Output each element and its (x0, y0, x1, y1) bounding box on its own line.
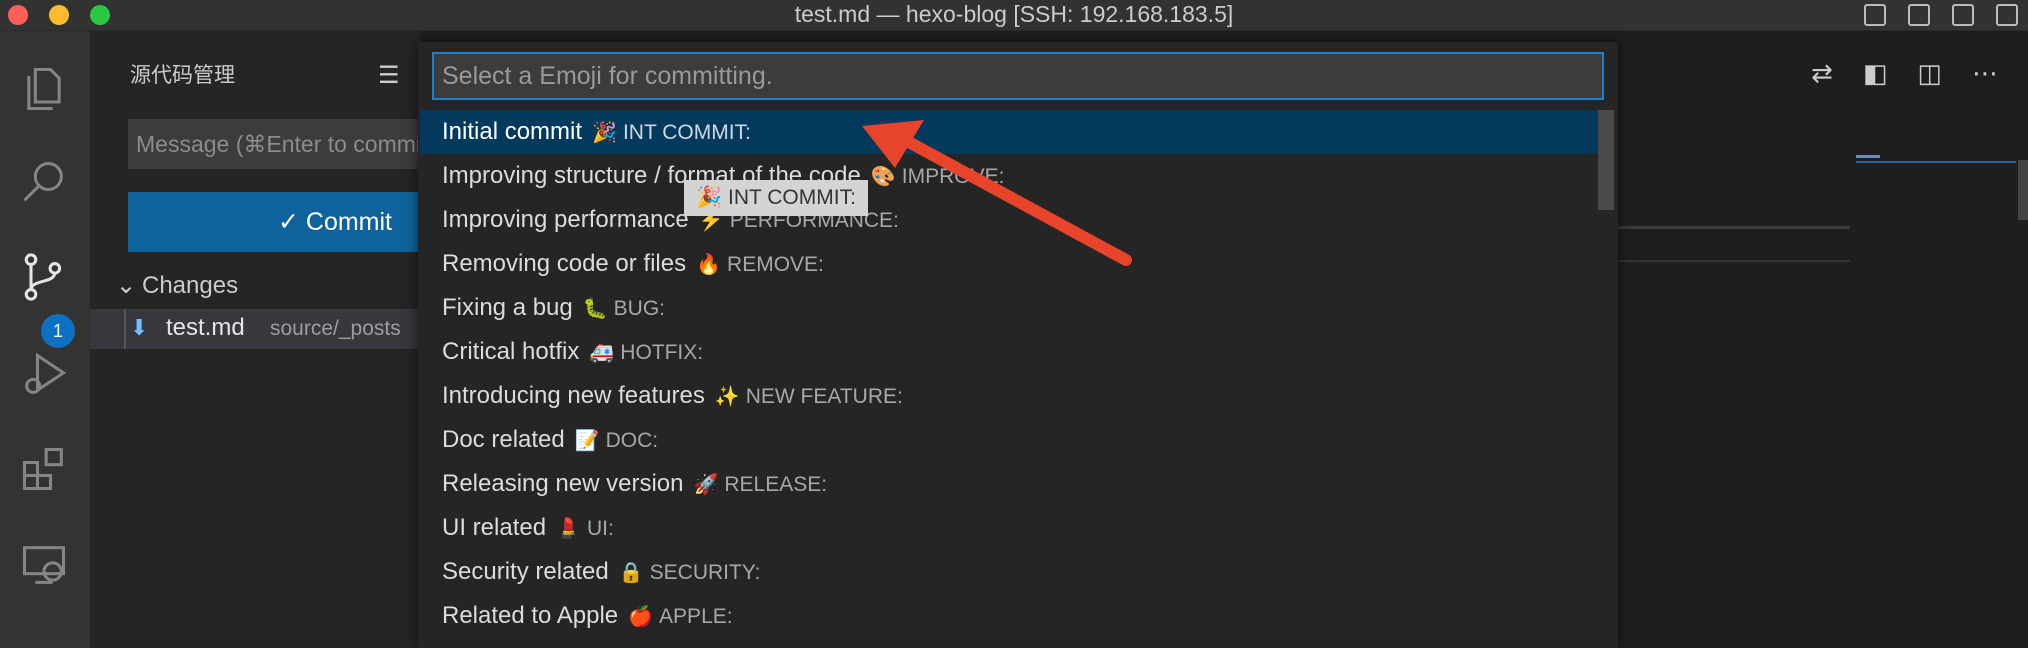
quick-pick-item[interactable]: UI related 💄 UI: (420, 506, 1600, 550)
quick-pick-list: Initial commit 🎉 INT COMMIT: Improving stru… (420, 110, 1600, 638)
remote-explorer-icon[interactable] (18, 539, 70, 591)
window-title: test.md — hexo-blog [SSH: 192.168.183.5] (794, 1, 1234, 27)
quick-pick-item[interactable]: Releasing new version 🚀 RELEASE: (420, 462, 1600, 506)
editor-actions: ⇄ ◧ ◫ ⋯ (1811, 58, 1998, 89)
item-emoji-icon: 🐛 (582, 298, 608, 320)
item-label: Initial commit (442, 118, 583, 145)
toggle-primary-sidebar-icon[interactable] (1864, 4, 1886, 26)
minimap-mark (1856, 155, 1880, 158)
view-as-list-icon[interactable]: ☰ (378, 61, 400, 90)
file-name: test.md (166, 314, 245, 341)
minimap-viewport (1856, 161, 2016, 163)
editor-divider-secondary (1580, 260, 1850, 262)
item-emoji-icon: ✨ (714, 386, 740, 408)
item-code: DOC: (605, 429, 659, 452)
layout-controls (1864, 4, 2018, 26)
item-code: APPLE: (659, 605, 733, 628)
item-label: Critical hotfix (442, 338, 580, 365)
item-emoji-icon: 🎉 (592, 122, 617, 144)
item-code: NEW FEATURE: (745, 385, 903, 408)
item-label: UI related (442, 514, 547, 541)
item-code: SECURITY: (649, 561, 761, 584)
changed-file-row[interactable]: ⬇ test.md source/_posts (90, 309, 420, 349)
open-changes-icon[interactable]: ⇄ (1811, 58, 1833, 89)
quick-pick-item[interactable]: Improving structure / format of the code… (420, 154, 1600, 198)
quick-pick-scrollbar[interactable] (1598, 110, 1614, 210)
quick-pick-item[interactable]: Critical hotfix 🚑 HOTFIX: (420, 330, 1600, 374)
editor-divider (1580, 226, 1850, 229)
quick-pick-item[interactable]: Doc related 📝 DOC: (420, 418, 1600, 462)
quick-pick-item[interactable]: Removing code or files 🔥 REMOVE: (420, 242, 1600, 286)
commit-button[interactable]: ✓ Commit (128, 192, 428, 252)
source-control-icon[interactable] (18, 251, 70, 303)
more-actions-icon[interactable]: ⋯ (1972, 58, 1998, 89)
quick-pick-item[interactable]: Fixing a bug 🐛 BUG: (420, 286, 1600, 330)
item-label: Removing code or files (442, 250, 687, 277)
extensions-icon[interactable] (18, 443, 70, 495)
commit-message-input[interactable]: Message (⌘Enter to commit on 'main') (128, 119, 428, 169)
item-label: Related to Apple (442, 602, 619, 629)
item-code: IMPROVE: (901, 165, 1005, 188)
quick-pick-item[interactable]: Introducing new features ✨ NEW FEATURE: (420, 374, 1600, 418)
item-label: Improving performance (442, 206, 689, 233)
chevron-down-icon: ⌄ (116, 272, 137, 299)
item-code: UI: (586, 517, 614, 540)
item-emoji-icon: 🚀 (693, 474, 719, 496)
item-emoji-icon: 🎨 (870, 166, 896, 188)
source-control-sidebar: 源代码管理 ☰ Message (⌘Enter to commit on 'ma… (90, 31, 428, 648)
item-code: HOTFIX: (620, 341, 704, 364)
quick-pick-input[interactable] (432, 52, 1604, 100)
item-code: INT COMMIT: (622, 121, 751, 144)
item-code: RELEASE: (724, 473, 828, 496)
search-icon[interactable] (18, 157, 70, 209)
changes-section-header[interactable]: ⌄ Changes (116, 271, 238, 300)
quick-pick-item[interactable]: Improving performance ⚡️ PERFORMANCE: (420, 198, 1600, 242)
item-code: REMOVE: (727, 253, 824, 276)
toggle-panel-icon[interactable] (1908, 4, 1930, 26)
item-emoji-icon: 🚑 (589, 342, 615, 364)
split-editor-icon[interactable]: ◫ (1917, 58, 1942, 89)
customize-layout-icon[interactable] (1996, 4, 2018, 26)
file-path: source/_posts (270, 317, 401, 340)
sidebar-title: 源代码管理 (130, 64, 235, 87)
quick-pick-item[interactable]: Related to Apple 🍎 APPLE: (420, 594, 1600, 638)
item-label: Releasing new version (442, 470, 684, 497)
item-emoji-icon: 🍎 (628, 606, 654, 628)
source-control-badge: 1 (41, 314, 75, 348)
item-emoji-icon: 💄 (556, 518, 581, 540)
item-label: Introducing new features (442, 382, 705, 409)
markdown-file-icon: ⬇ (130, 315, 149, 340)
item-emoji-icon: 🔒 (618, 562, 644, 584)
editor-scrollbar[interactable] (2018, 160, 2028, 220)
hover-tooltip: 🎉 INT COMMIT: (684, 180, 868, 216)
item-code: BUG: (613, 297, 665, 320)
item-emoji-icon: 📝 (574, 430, 600, 452)
open-file-icon[interactable]: ◧ (1863, 58, 1888, 89)
quick-pick-item[interactable]: Initial commit 🎉 INT COMMIT: (420, 110, 1600, 154)
item-label: Security related (442, 558, 609, 585)
item-emoji-icon: 🔥 (696, 254, 722, 276)
emoji-quick-pick: Initial commit 🎉INT COMMIT: Improving stru… (418, 42, 1618, 648)
title-bar: test.md — hexo-blog [SSH: 192.168.183.5] (0, 0, 2028, 31)
explorer-icon[interactable] (18, 63, 70, 115)
changes-label: Changes (142, 272, 239, 299)
toggle-secondary-sidebar-icon[interactable] (1952, 4, 1974, 26)
tree-indent-guide (124, 309, 126, 349)
activity-bar: 1 (0, 31, 90, 648)
item-label: Doc related (442, 426, 565, 453)
run-debug-icon[interactable] (18, 349, 70, 401)
quick-pick-item[interactable]: Security related 🔒 SECURITY: (420, 550, 1600, 594)
item-label: Fixing a bug (442, 294, 573, 321)
